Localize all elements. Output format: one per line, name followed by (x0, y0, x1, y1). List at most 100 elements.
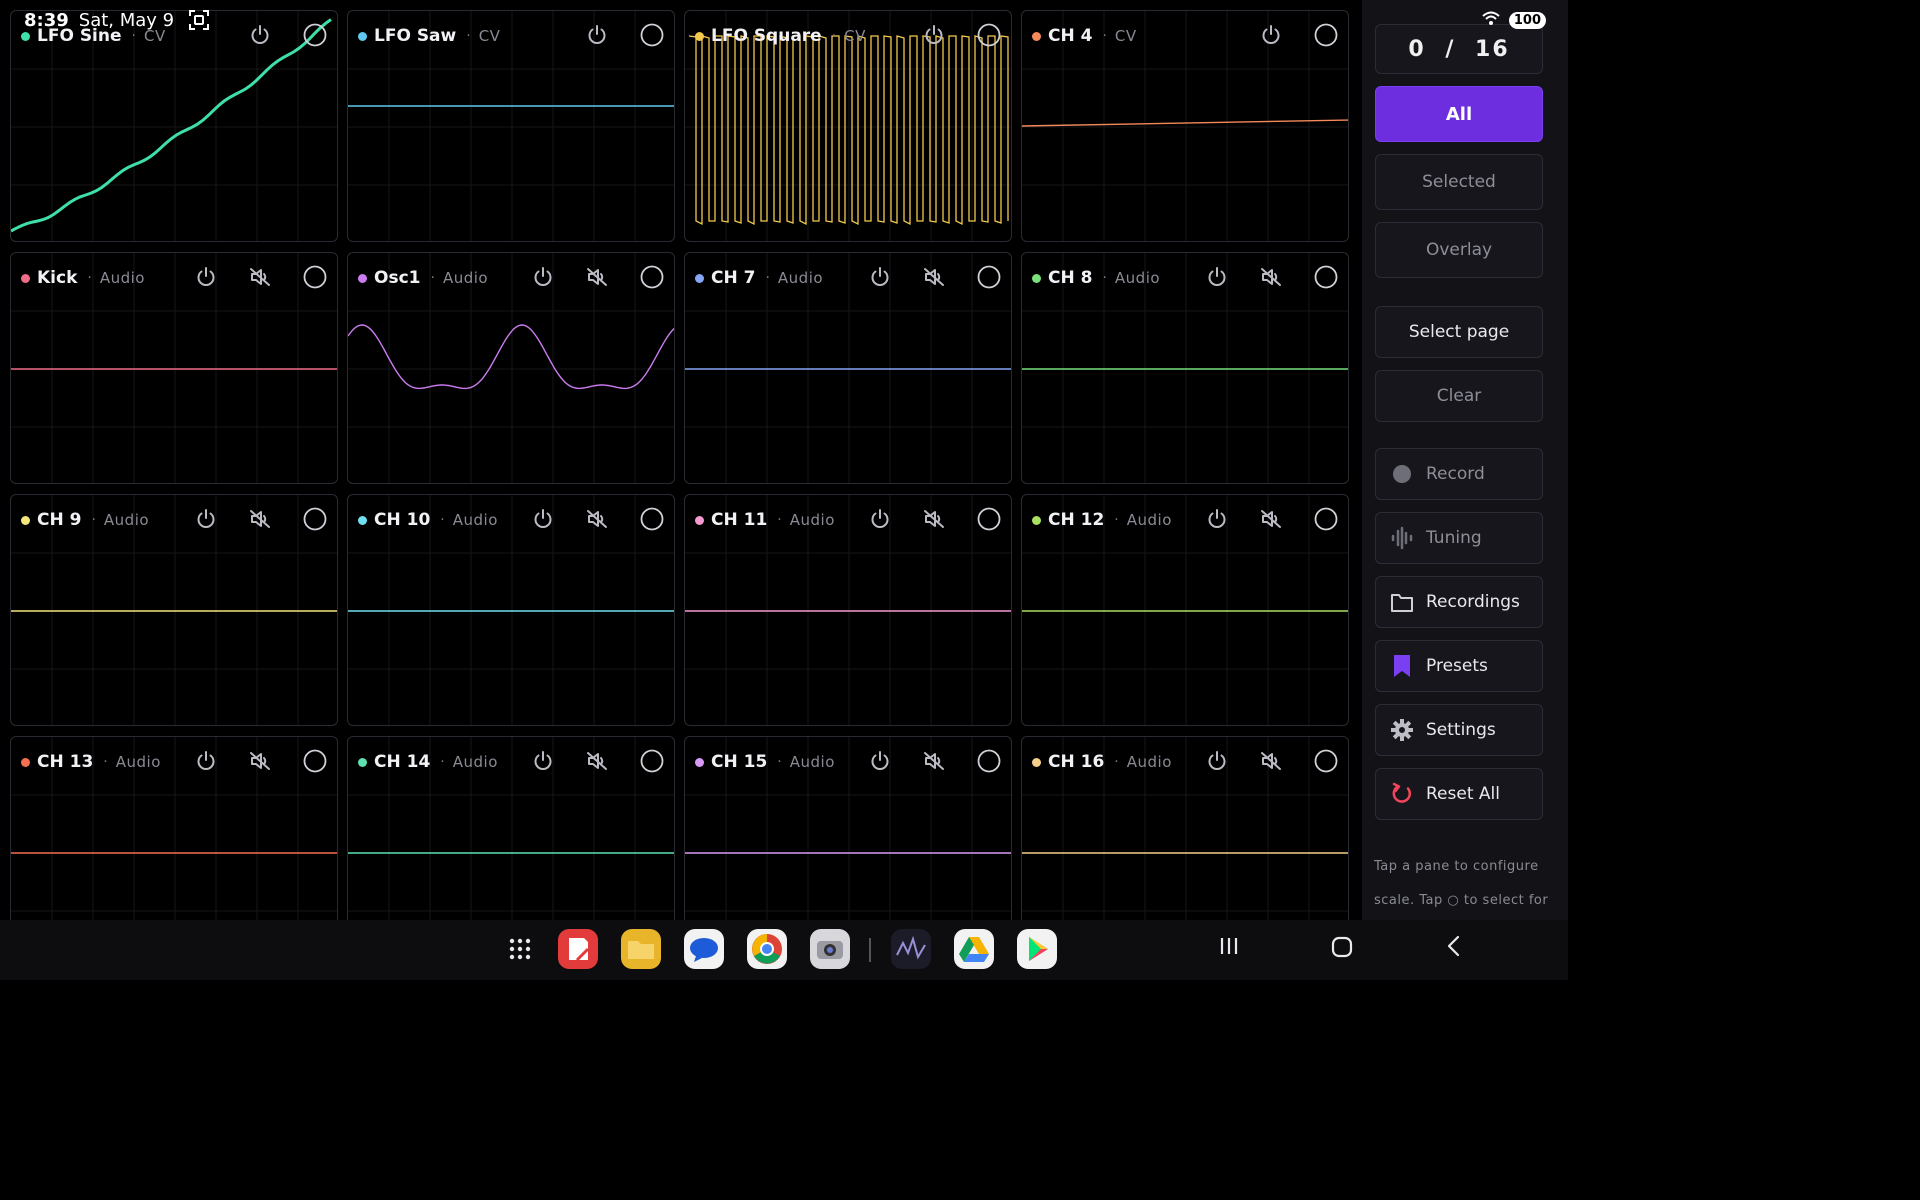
scope-app-icon[interactable] (891, 929, 931, 969)
mute-icon[interactable] (1260, 750, 1282, 772)
scope-pane-kick[interactable]: Kick · Audio (10, 252, 338, 484)
select-circle-icon[interactable] (303, 23, 327, 47)
pane-controls (869, 749, 1001, 773)
channel-name: CH 13 (37, 752, 94, 772)
taskbar (0, 920, 1568, 980)
taskbar-divider (869, 938, 871, 962)
selected-button[interactable]: Selected (1375, 154, 1543, 210)
back-icon[interactable] (1442, 934, 1466, 962)
reset-all-button[interactable]: Reset All (1375, 768, 1543, 820)
play-store-app-icon[interactable] (1017, 929, 1057, 969)
channel-name: CH 10 (374, 510, 431, 530)
mute-icon[interactable] (586, 508, 608, 530)
power-icon[interactable] (532, 266, 554, 288)
drive-app-icon[interactable] (954, 929, 994, 969)
separator-dot: · (87, 270, 92, 286)
mute-icon[interactable] (586, 750, 608, 772)
select-circle-icon[interactable] (1314, 749, 1338, 773)
channel-color-dot (21, 515, 30, 525)
scope-pane-lfo-saw[interactable]: LFO Saw · CV (347, 10, 675, 242)
power-icon[interactable] (195, 508, 217, 530)
scope-pane-ch-10[interactable]: CH 10 · Audio (347, 494, 675, 726)
mute-icon[interactable] (923, 508, 945, 530)
select-circle-icon[interactable] (640, 265, 664, 289)
select-circle-icon[interactable] (1314, 23, 1338, 47)
select-circle-icon[interactable] (640, 507, 664, 531)
pane-header: CH 4 · CV (1022, 11, 1348, 61)
power-icon[interactable] (532, 750, 554, 772)
power-icon[interactable] (532, 508, 554, 530)
channel-type: Audio (103, 511, 150, 529)
separator-dot: · (440, 512, 445, 528)
scope-pane-ch-9[interactable]: CH 9 · Audio (10, 494, 338, 726)
home-icon[interactable] (1329, 934, 1355, 964)
scope-pane-ch-7[interactable]: CH 7 · Audio (684, 252, 1012, 484)
scope-pane-ch-4[interactable]: CH 4 · CV (1021, 10, 1349, 242)
select-circle-icon[interactable] (640, 23, 664, 47)
select-circle-icon[interactable] (977, 749, 1001, 773)
pane-controls (532, 749, 664, 773)
channel-name: LFO Saw (374, 26, 457, 46)
notes-app-icon[interactable] (558, 929, 598, 969)
overlay-button[interactable]: Overlay (1375, 222, 1543, 278)
channel-color-dot (1032, 273, 1041, 283)
app-drawer-icon[interactable] (500, 929, 540, 969)
select-circle-icon[interactable] (303, 749, 327, 773)
power-icon[interactable] (586, 24, 608, 46)
mute-icon[interactable] (923, 750, 945, 772)
power-icon[interactable] (1206, 750, 1228, 772)
select-circle-icon[interactable] (303, 507, 327, 531)
channel-type: Audio (99, 269, 145, 287)
scope-pane-ch-8[interactable]: CH 8 · Audio (1021, 252, 1349, 484)
mute-icon[interactable] (1260, 266, 1282, 288)
mute-icon[interactable] (249, 508, 271, 530)
presets-button[interactable]: Presets (1375, 640, 1543, 692)
pane-controls (195, 507, 327, 531)
all-button[interactable]: All (1375, 86, 1543, 142)
power-icon[interactable] (1206, 266, 1228, 288)
channel-type: CV (844, 27, 866, 45)
pane-header: CH 11 · Audio (685, 495, 1011, 545)
power-icon[interactable] (195, 266, 217, 288)
mute-icon[interactable] (249, 750, 271, 772)
tuning-button[interactable]: Tuning (1375, 512, 1543, 564)
power-icon[interactable] (1260, 24, 1282, 46)
select-circle-icon[interactable] (303, 265, 327, 289)
power-icon[interactable] (249, 24, 271, 46)
status-time: 8:39 (24, 9, 69, 31)
chrome-app-icon[interactable] (747, 929, 787, 969)
status-bar: 8:39 Sat, May 9 (24, 9, 210, 31)
select-page-button[interactable]: Select page (1375, 306, 1543, 358)
power-icon[interactable] (869, 266, 891, 288)
power-icon[interactable] (869, 508, 891, 530)
select-circle-icon[interactable] (1314, 265, 1338, 289)
scope-pane-ch-12[interactable]: CH 12 · Audio (1021, 494, 1349, 726)
clear-button[interactable]: Clear (1375, 370, 1543, 422)
scope-pane-osc1[interactable]: Osc1 · Audio (347, 252, 675, 484)
select-circle-icon[interactable] (977, 507, 1001, 531)
messages-app-icon[interactable] (684, 929, 724, 969)
settings-button[interactable]: Settings (1375, 704, 1543, 756)
mute-icon[interactable] (923, 266, 945, 288)
scope-pane-lfo-square[interactable]: LFO Square · CV (684, 10, 1012, 242)
select-circle-icon[interactable] (640, 749, 664, 773)
camera-app-icon[interactable] (810, 929, 850, 969)
power-icon[interactable] (195, 750, 217, 772)
separator-dot: · (430, 270, 435, 286)
power-icon[interactable] (869, 750, 891, 772)
mute-icon[interactable] (249, 266, 271, 288)
mute-icon[interactable] (1260, 508, 1282, 530)
select-circle-icon[interactable] (1314, 507, 1338, 531)
select-circle-icon[interactable] (977, 23, 1001, 47)
mute-icon[interactable] (586, 266, 608, 288)
select-circle-icon[interactable] (977, 265, 1001, 289)
recents-icon[interactable] (1217, 934, 1241, 962)
scope-pane-lfo-sine[interactable]: LFO Sine · CV (10, 10, 338, 242)
pane-controls (532, 265, 664, 289)
scope-pane-ch-11[interactable]: CH 11 · Audio (684, 494, 1012, 726)
files-app-icon[interactable] (621, 929, 661, 969)
power-icon[interactable] (923, 24, 945, 46)
record-button[interactable]: Record (1375, 448, 1543, 500)
recordings-button[interactable]: Recordings (1375, 576, 1543, 628)
power-icon[interactable] (1206, 508, 1228, 530)
